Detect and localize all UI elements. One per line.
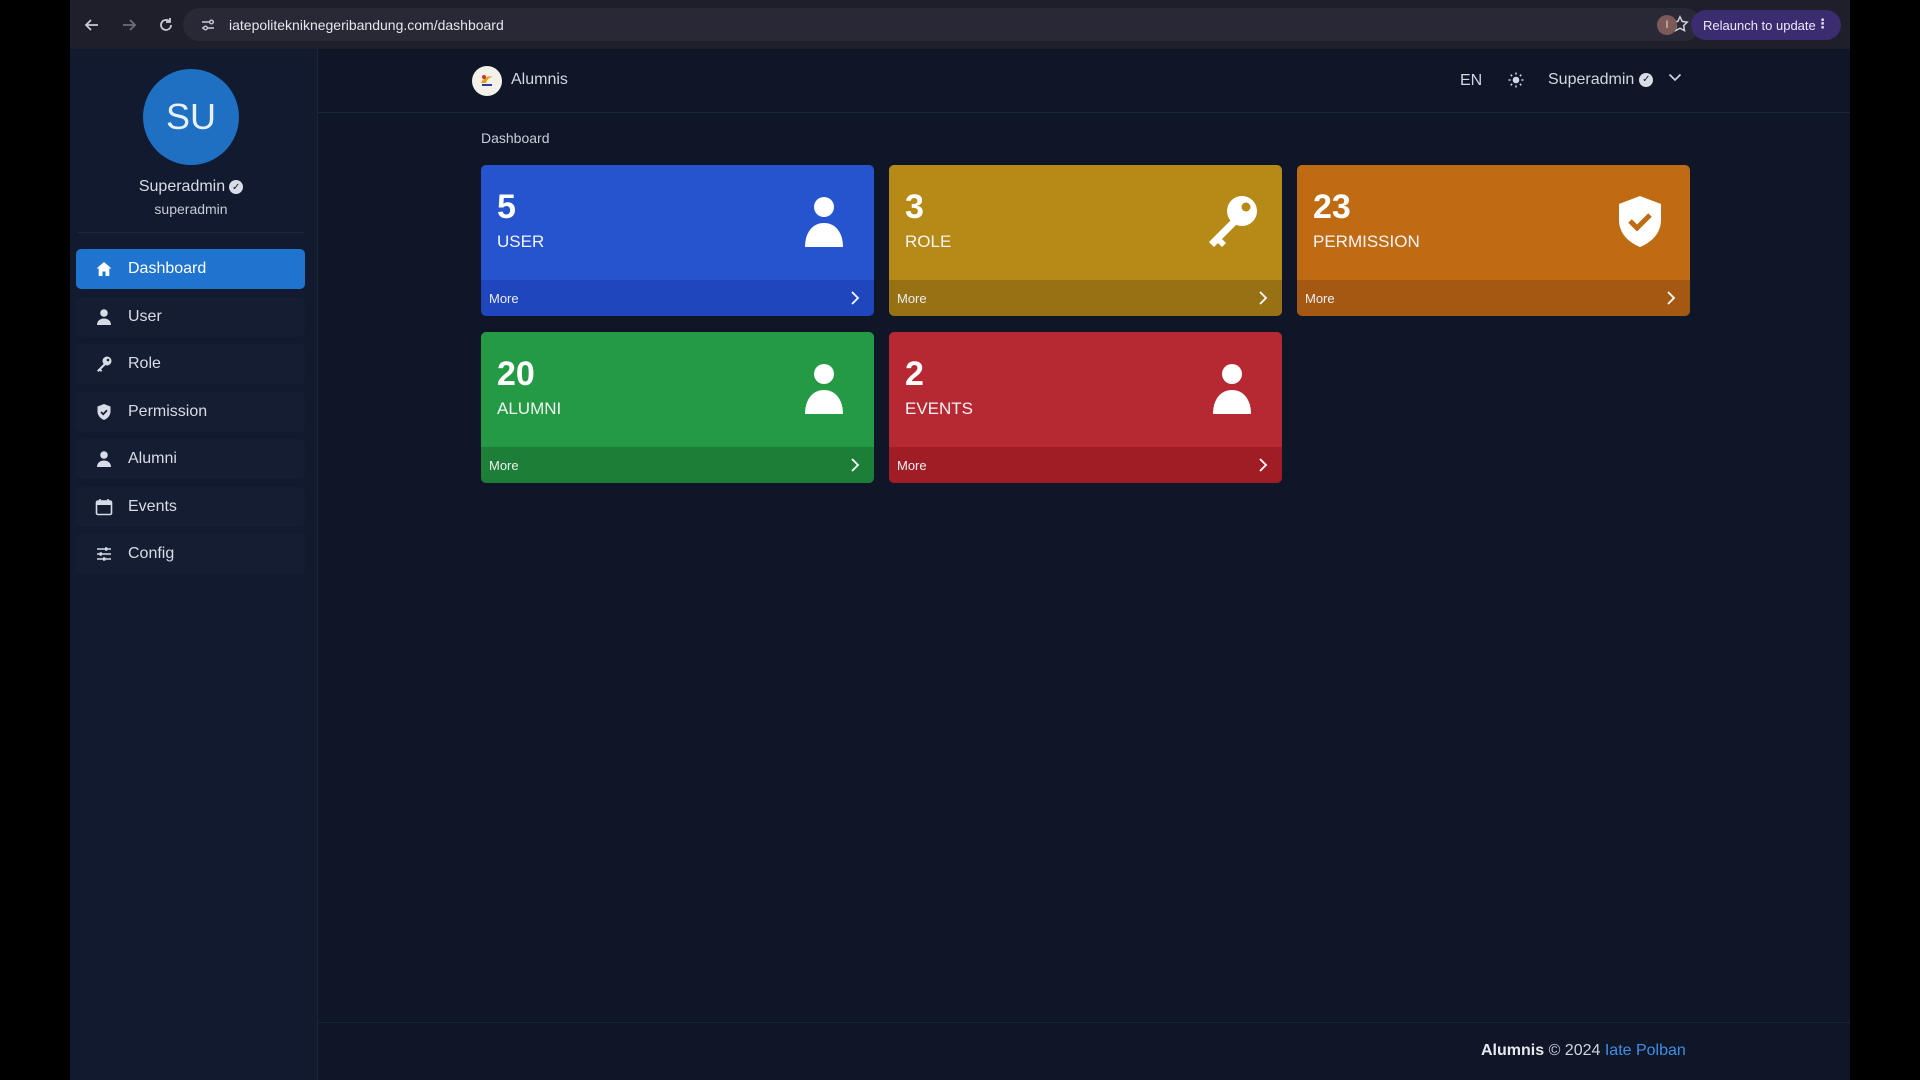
sidebar-item-config[interactable]: Config [76, 534, 305, 574]
sidebar: SU Superadmin ✓ superadmin Dashboard Use… [70, 49, 318, 1080]
card-count: 20 [497, 355, 535, 393]
user-menu[interactable]: Superadmin ✓ [1548, 70, 1682, 89]
sidebar-item-user[interactable]: User [76, 296, 305, 337]
profile-avatar[interactable]: I [1657, 15, 1677, 35]
reload-icon[interactable] [151, 10, 181, 40]
chevron-right-icon [1259, 458, 1268, 472]
shield-check-icon [1619, 196, 1661, 247]
browser-window: iatepolitekniknegeribandung.com/dashboar… [70, 0, 1850, 1080]
sidebar-item-events[interactable]: Events [76, 486, 305, 527]
card-label: ALUMNI [497, 399, 562, 418]
site-settings-icon[interactable] [193, 17, 223, 33]
relaunch-button[interactable]: Relaunch to update ⋮ [1691, 10, 1841, 40]
user-menu-name: Superadmin [1548, 70, 1635, 88]
chevron-right-icon [1259, 291, 1268, 305]
sidebar-item-label: Role [128, 355, 161, 372]
stat-card-alumni: 20 ALUMNI More [481, 332, 874, 483]
card-body: 5 USER [481, 165, 874, 280]
sidebar-item-label: Dashboard [128, 260, 207, 277]
sidebar-divider [78, 232, 304, 233]
user-icon [94, 307, 114, 327]
sidebar-item-label: Events [128, 497, 177, 515]
chevron-down-icon [1668, 70, 1682, 89]
sidebar-user: Superadmin ✓ [70, 178, 312, 196]
relaunch-label: Relaunch to update [1703, 17, 1816, 33]
card-more-link[interactable]: More [889, 447, 1282, 483]
card-label: PERMISSION [1313, 232, 1420, 251]
sidebar-item-permission[interactable]: Permission [76, 391, 305, 432]
sidebar-item-label: Permission [128, 402, 208, 420]
stat-card-events: 2 EVENTS More [889, 332, 1282, 483]
footer-link[interactable]: Iate Polban [1605, 1042, 1686, 1059]
brand-logo-icon[interactable] [472, 66, 502, 96]
verified-check-icon: ✓ [1639, 72, 1654, 87]
language-switcher[interactable]: EN [1460, 72, 1482, 90]
sidebar-user-handle: superadmin [154, 201, 228, 217]
card-more-label: More [1305, 290, 1335, 306]
stat-card-role: 3 ROLE More [889, 165, 1282, 316]
chevron-right-icon [851, 458, 860, 472]
card-count: 2 [905, 355, 924, 393]
sidebar-item-label: Alumni [128, 450, 177, 467]
footer-divider [318, 1022, 1850, 1023]
card-more-link[interactable]: More [481, 447, 874, 483]
sidebar-user-name: Superadmin [138, 178, 226, 195]
card-body: 20 ALUMNI [481, 332, 874, 447]
card-label: EVENTS [905, 399, 974, 418]
card-more-label: More [897, 290, 927, 306]
chevron-right-icon [1667, 291, 1676, 305]
breadcrumb: Dashboard [481, 130, 550, 146]
sidebar-item-alumni[interactable]: Alumni [76, 439, 305, 479]
sliders-icon [94, 544, 114, 564]
sun-icon[interactable] [1507, 71, 1525, 94]
calendar-icon [94, 497, 114, 517]
footer-brand: Alumnis [1481, 1042, 1545, 1059]
sidebar-menu: Dashboard User Role Permission Alumni Ev… [76, 249, 305, 582]
sidebar-item-role[interactable]: Role [76, 344, 305, 384]
card-more-label: More [489, 290, 519, 306]
card-more-label: More [897, 457, 927, 473]
card-count: 23 [1313, 188, 1351, 226]
brand-name[interactable]: Alumnis [511, 71, 568, 89]
card-body: 2 EVENTS [889, 332, 1282, 447]
forward-icon[interactable] [114, 10, 144, 40]
stat-card-user: 5 USER More [481, 165, 874, 316]
user-icon [1213, 364, 1251, 414]
card-body: 3 ROLE [889, 165, 1282, 280]
card-label: ROLE [905, 232, 952, 251]
user-icon [805, 364, 843, 414]
back-icon[interactable] [77, 10, 107, 40]
card-count: 5 [497, 188, 516, 226]
card-label: USER [497, 232, 545, 251]
verified-check-icon: ✓ [229, 180, 244, 194]
footer-copyright: © 2024 [1544, 1042, 1605, 1059]
card-more-label: More [489, 457, 519, 473]
card-body: 23 PERMISSION [1297, 165, 1690, 280]
address-bar[interactable]: iatepolitekniknegeribandung.com/dashboar… [183, 8, 1701, 41]
browser-toolbar: iatepolitekniknegeribandung.com/dashboar… [70, 0, 1850, 49]
footer: Alumnis © 2024 Iate Polban [1481, 1042, 1686, 1060]
sidebar-item-label: User [128, 307, 162, 325]
sidebar-item-dashboard[interactable]: Dashboard [76, 249, 305, 289]
card-more-link[interactable]: More [889, 280, 1282, 316]
user-icon [805, 197, 843, 247]
more-vert-icon[interactable]: ⋮ [1816, 16, 1829, 32]
url-text[interactable]: iatepolitekniknegeribandung.com/dashboar… [229, 17, 504, 33]
user-icon [94, 449, 114, 469]
chevron-right-icon [851, 291, 860, 305]
card-more-link[interactable]: More [481, 280, 874, 316]
key-icon [94, 354, 114, 374]
avatar[interactable]: SU [143, 69, 239, 165]
key-icon [1209, 196, 1257, 247]
shield-icon [94, 402, 114, 422]
card-count: 3 [905, 188, 924, 226]
home-icon [94, 259, 114, 279]
sidebar-item-label: Config [128, 545, 175, 562]
top-navbar: Alumnis EN Superadmin ✓ [318, 49, 1850, 113]
stat-card-permission: 23 PERMISSION More [1297, 165, 1690, 316]
card-more-link[interactable]: More [1297, 280, 1690, 316]
